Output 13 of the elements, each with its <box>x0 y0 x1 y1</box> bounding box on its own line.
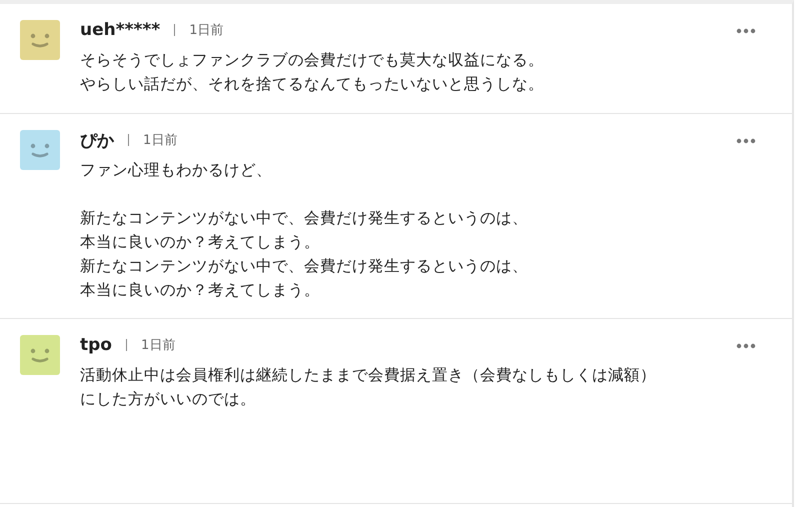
more-icon[interactable] <box>736 138 756 144</box>
user-name[interactable]: tpo <box>80 335 112 355</box>
user-name[interactable]: ueh***** <box>80 20 160 40</box>
more-icon[interactable] <box>736 343 756 349</box>
post-time: 1日前 <box>143 132 178 149</box>
comment-text: ファン心理もわかるけど、 <box>80 160 273 181</box>
comment-text: 活動休止中は会員権利は継続したままで会費据え置き（会費なしもしくは減額） にした方がいいのでは。 <box>80 365 657 410</box>
more-icon[interactable] <box>736 28 756 34</box>
comment-text: そらそうでしょファンクラブの会費だけでも莫大な収益になる。 やらしい話だが、それを捨てるなんてもったいないと思うしな。 <box>80 50 545 95</box>
comment-text: 新たなコンテンツがない中で、会費だけ発生するというのは、 本当に良いのか？考えてしまう。 新たなコンテンツがない中で、会費だけ発生するというのは、 本当に良いのか？考えてしまう。 <box>80 208 529 301</box>
post-time: 1日前 <box>140 337 176 354</box>
post-time: 1日前 <box>189 22 224 39</box>
user-name[interactable]: ぴか <box>80 128 114 152</box>
